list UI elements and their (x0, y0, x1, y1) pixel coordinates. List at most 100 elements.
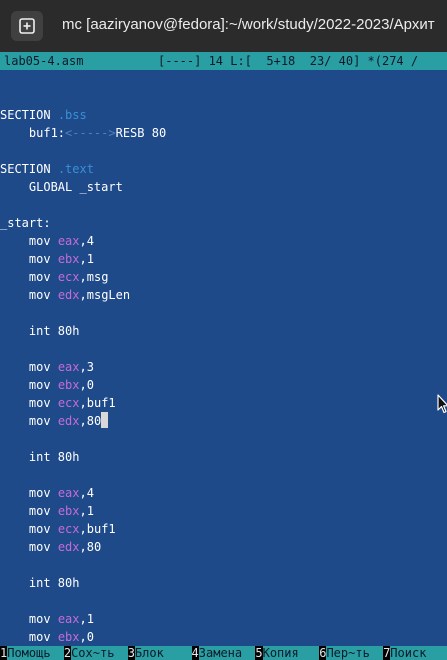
instruction-operand: 1 (86, 612, 94, 626)
register-name: edx (57, 414, 80, 428)
code-line[interactable]: mov ecx,buf1 (0, 520, 447, 538)
terminal-area[interactable]: lab05-4.asm [----] 14 L:[ 5+18 23/ 40] *… (0, 52, 447, 660)
instruction-operand: msgLen (86, 288, 131, 302)
instruction-opcode: mov (28, 360, 51, 374)
function-key-label: Замена (198, 646, 256, 660)
register-name: eax (57, 486, 80, 500)
instruction-opcode: mov (28, 540, 51, 554)
code-line[interactable] (0, 466, 447, 484)
function-key-number: 2 (63, 646, 72, 660)
code-line[interactable]: mov ecx,msg (0, 268, 447, 286)
code-line[interactable]: int 80h (0, 574, 447, 592)
plus-square-icon (19, 18, 35, 34)
code-text: _start: (0, 216, 51, 230)
instruction-opcode: mov (28, 288, 51, 302)
code-line[interactable]: SECTION .text (0, 160, 447, 178)
code-line[interactable]: mov ebx,0 (0, 376, 447, 394)
code-line[interactable]: buf1:<----->RESB 80 (0, 124, 447, 142)
tab-marker: <-----> (65, 126, 116, 140)
code-line[interactable] (0, 430, 447, 448)
function-key-label: Пер~ть (326, 646, 384, 660)
function-key-label: Помощь (7, 646, 64, 660)
instruction-operand: msg (86, 270, 109, 284)
code-line[interactable]: GLOBAL _start (0, 178, 447, 196)
instruction-opcode: mov (28, 612, 51, 626)
function-key-button[interactable]: 7 Поиск (383, 646, 447, 660)
instruction-opcode: mov (28, 234, 51, 248)
code-line[interactable]: mov eax,1 (0, 610, 447, 628)
register-name: eax (57, 234, 80, 248)
code-line[interactable]: mov ebx,1 (0, 502, 447, 520)
register-name: eax (57, 360, 80, 374)
instruction-operand: 0 (86, 630, 94, 644)
instruction-operand: 3 (86, 360, 94, 374)
code-line[interactable] (0, 304, 447, 322)
code-line[interactable] (0, 196, 447, 214)
instruction-opcode: mov (28, 396, 51, 410)
code-line[interactable] (0, 88, 447, 106)
code-line[interactable] (0, 556, 447, 574)
function-key-number: 1 (0, 646, 8, 660)
instruction-opcode: mov (28, 486, 51, 500)
code-text: int 80h (28, 324, 80, 338)
code-line[interactable]: mov ebx,0 (0, 628, 447, 646)
function-key-number: 3 (127, 646, 135, 660)
instruction-operand: buf1 (86, 396, 116, 410)
code-text: int 80h (28, 450, 80, 464)
code-line[interactable]: mov edx,msgLen (0, 286, 447, 304)
section-directive: .text (57, 162, 94, 176)
editor-text-area[interactable]: SECTION .bss buf1:<----->RESB 80 SECTION … (0, 88, 447, 660)
section-directive: .bss (57, 108, 87, 122)
instruction-operand: 1 (86, 504, 94, 518)
instruction-opcode: mov (28, 504, 51, 518)
function-key-button[interactable]: 4 Замена (191, 646, 256, 660)
code-line[interactable] (0, 592, 447, 610)
code-line[interactable] (0, 142, 447, 160)
register-name: eax (57, 612, 80, 626)
function-key-button[interactable]: 1 Помощь (0, 646, 64, 660)
code-text: GLOBAL _start (28, 180, 123, 194)
code-line[interactable]: mov eax,4 (0, 484, 447, 502)
function-key-label: Блок (134, 646, 192, 660)
function-key-button[interactable]: 5 Копия (255, 646, 320, 660)
new-tab-button[interactable] (11, 11, 43, 41)
function-key-number: 7 (383, 646, 391, 660)
function-key-label: Сох~ть (71, 646, 128, 660)
buffer-reserve: RESB 80 (115, 126, 167, 140)
code-line[interactable]: mov eax,3 (0, 358, 447, 376)
code-line[interactable]: mov eax,4 (0, 232, 447, 250)
text-cursor (101, 412, 109, 428)
instruction-opcode: mov (28, 414, 51, 428)
code-line[interactable] (0, 340, 447, 358)
function-key-button[interactable]: 3 Блок (127, 646, 192, 660)
code-line[interactable]: int 80h (0, 322, 447, 340)
function-key-label: Поиск (390, 646, 447, 660)
function-key-bar: 1 Помощь 2 Сох~ть 3 Блок 4 Замена 5 Копия 6 Пер~ть 7… (0, 646, 447, 660)
register-name: ebx (57, 378, 80, 392)
section-keyword: SECTION (0, 108, 51, 122)
code-line[interactable]: _start: (0, 214, 447, 232)
status-position-info: [----] 14 L:[ 5+18 23/ 40] *(274 / (158, 54, 419, 68)
instruction-operand: 4 (86, 486, 94, 500)
code-line[interactable]: mov ebx,1 (0, 250, 447, 268)
register-name: ebx (57, 630, 80, 644)
window-titlebar: mc [aaziryanov@fedora]:~/work/study/2022… (0, 0, 447, 52)
code-line[interactable]: int 80h (0, 448, 447, 466)
code-line[interactable]: SECTION .bss (0, 106, 447, 124)
code-line[interactable]: mov ecx,buf1 (0, 394, 447, 412)
function-key-number: 5 (255, 646, 263, 660)
function-key-number: 4 (191, 646, 199, 660)
register-name: ecx (57, 522, 80, 536)
instruction-opcode: mov (28, 522, 51, 536)
function-key-button[interactable]: 6 Пер~ть (319, 646, 384, 660)
editor-status-line: lab05-4.asm [----] 14 L:[ 5+18 23/ 40] *… (0, 52, 447, 70)
function-key-button[interactable]: 2 Сох~ть (63, 646, 128, 660)
instruction-opcode: mov (28, 252, 51, 266)
status-filename: lab05-4.asm (4, 54, 84, 68)
code-line[interactable]: mov edx,80 (0, 412, 447, 430)
register-name: ecx (57, 396, 80, 410)
code-line[interactable]: mov edx,80 (0, 538, 447, 556)
instruction-operand: 80 (86, 540, 102, 554)
register-name: ebx (57, 504, 80, 518)
section-keyword: SECTION (0, 162, 51, 176)
